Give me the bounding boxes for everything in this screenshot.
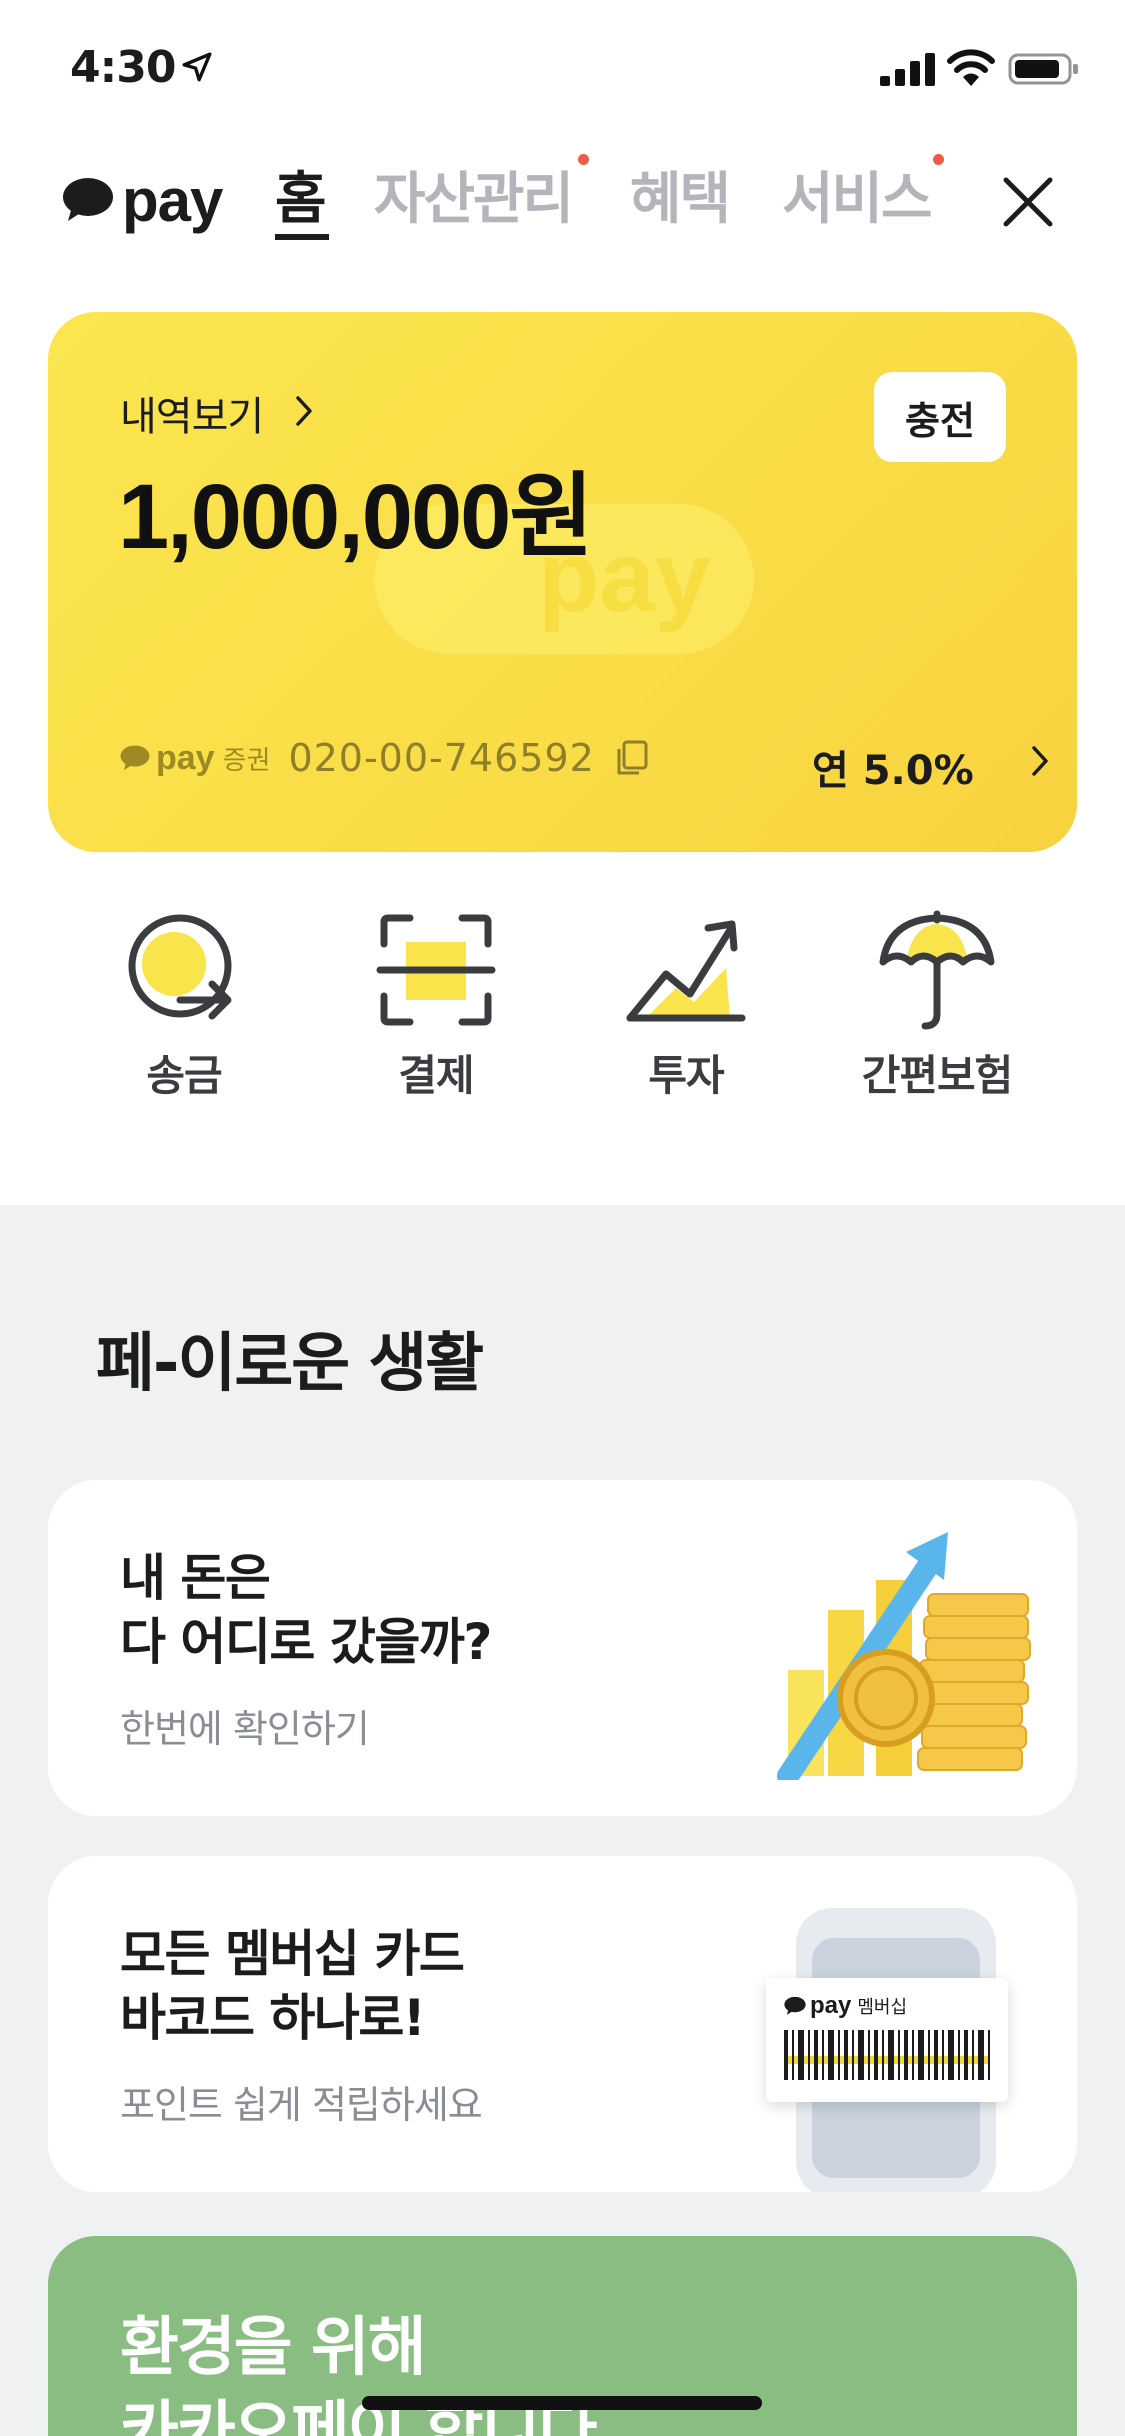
- quick-action-label: 간편보험: [861, 1051, 1014, 1100]
- coins-growth-illustration: [777, 1532, 1031, 1780]
- new-badge-dot: [933, 154, 944, 165]
- copy-icon[interactable]: [615, 739, 649, 777]
- membership-brand-text: pay: [810, 1992, 852, 2019]
- quick-action-label: 결제: [398, 1051, 474, 1100]
- scan-pay-icon: [376, 914, 496, 1026]
- battery-icon: [1008, 53, 1078, 85]
- speech-bubble-icon: [63, 178, 113, 221]
- barcode-icon: [784, 2030, 990, 2080]
- promo-card-membership[interactable]: 모든 멤버십 카드 바코드 하나로! 포인트 쉽게 적립하세요 pay 멤버십: [48, 1856, 1077, 2192]
- account-info: pay 증권 020-00-746592: [120, 736, 649, 780]
- chevron-right-icon: [1032, 746, 1048, 776]
- securities-brand: pay: [156, 738, 215, 777]
- account-number: 020-00-746592: [288, 736, 595, 780]
- kakaopay-logo: pay: [62, 160, 223, 240]
- tab-asset-management[interactable]: 자산관리: [374, 154, 574, 235]
- charge-button[interactable]: 충전: [874, 372, 1006, 462]
- interest-rate[interactable]: 연 5.0%: [812, 738, 974, 796]
- logo-text: pay: [122, 166, 223, 234]
- section-title: 페-이로운 생활: [96, 1327, 484, 1401]
- location-arrow-icon: [182, 52, 212, 82]
- speech-bubble-icon: [784, 1996, 806, 2015]
- active-tab-indicator: [275, 234, 329, 240]
- green-banner-title: 환경을 위해 카카오페이 합니다: [120, 2311, 597, 2436]
- quick-action-send[interactable]: 송금: [74, 910, 294, 1100]
- umbrella-icon: [879, 910, 995, 1030]
- cellular-signal-icon: [880, 53, 935, 86]
- membership-card-illustration: pay 멤버십: [766, 1978, 1008, 2102]
- invest-chart-icon: [626, 920, 746, 1022]
- promo-subtitle: 한번에 확인하기: [120, 1707, 370, 1751]
- quick-action-label: 투자: [648, 1051, 724, 1100]
- tab-benefits[interactable]: 혜택: [630, 154, 731, 235]
- top-nav: pay 홈 자산관리 혜택 서비스: [0, 150, 1125, 260]
- chevron-right-icon: [296, 396, 312, 426]
- tab-home[interactable]: 홈: [275, 154, 327, 235]
- send-money-icon: [128, 914, 232, 1020]
- balance-amount: 1,000,000원: [118, 466, 594, 568]
- status-bar: 4:30: [0, 0, 1125, 140]
- quick-action-label: 송금: [146, 1051, 222, 1100]
- status-time: 4:30: [70, 42, 176, 93]
- promo-card-spending[interactable]: 내 돈은 다 어디로 갔을까? 한번에 확인하기: [48, 1480, 1077, 1816]
- balance-card[interactable]: pay 내역보기 1,000,000원 충전 pay 증권 020-00-746…: [48, 312, 1077, 852]
- wifi-icon: [947, 49, 995, 86]
- promo-subtitle: 포인트 쉽게 적립하세요: [120, 2083, 483, 2127]
- quick-action-invest[interactable]: 투자: [576, 910, 796, 1100]
- membership-card-brand: pay 멤버십: [784, 1992, 907, 2020]
- tab-services[interactable]: 서비스: [782, 154, 933, 235]
- history-link[interactable]: 내역보기: [120, 384, 264, 442]
- quick-action-insurance[interactable]: 간편보험: [827, 910, 1047, 1100]
- promo-title: 모든 멤버십 카드 바코드 하나로!: [120, 1925, 465, 2047]
- quick-action-pay[interactable]: 결제: [326, 910, 546, 1100]
- new-badge-dot: [578, 154, 589, 165]
- membership-caption: 멤버십: [857, 1997, 908, 2018]
- securities-label: 증권: [222, 745, 271, 776]
- close-icon[interactable]: [998, 172, 1058, 232]
- home-indicator[interactable]: [362, 2396, 762, 2410]
- promo-title: 내 돈은 다 어디로 갔을까?: [120, 1549, 492, 1671]
- speech-bubble-icon: [120, 745, 150, 770]
